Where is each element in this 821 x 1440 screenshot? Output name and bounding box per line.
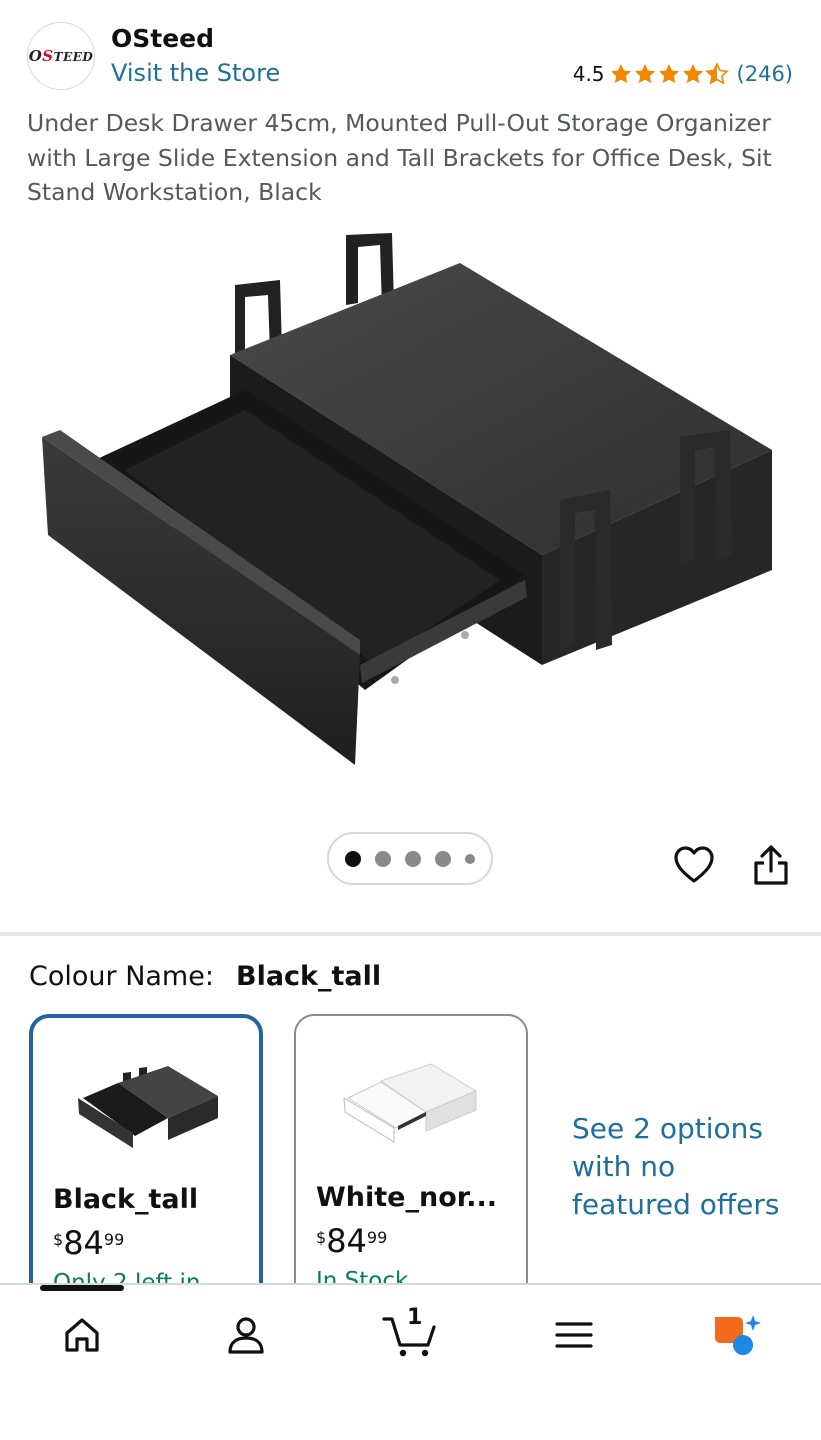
half-star-icon (704, 62, 729, 85)
colour-name-label: Colour Name: (29, 961, 214, 992)
rating-summary[interactable]: 4.5 (246) (573, 62, 793, 86)
rufus-icon (715, 1315, 761, 1355)
variant-price: $ 84 99 (53, 1224, 124, 1262)
nav-rufus[interactable] (690, 1305, 780, 1365)
nav-cart[interactable]: 1 (365, 1305, 455, 1365)
cart-count: 1 (407, 1305, 423, 1330)
rating-count: (246) (736, 62, 793, 86)
price-fraction: 99 (366, 1228, 388, 1247)
carousel-dot[interactable] (375, 850, 391, 867)
price-whole: 84 (63, 1224, 104, 1262)
brand-logo[interactable]: OSTEED (27, 22, 95, 90)
rating-value: 4.5 (572, 62, 605, 86)
bottom-nav: 1 (0, 1283, 821, 1440)
variant-tile-white[interactable]: White_nor... $ 84 99 In Stock (294, 1014, 528, 1314)
brand-name[interactable]: OSteed (111, 24, 214, 53)
variant-name: White_nor... (316, 1182, 497, 1213)
variant-name: Black_tall (53, 1184, 199, 1215)
star-icon (610, 64, 631, 84)
rating-stars (609, 62, 729, 86)
menu-icon (555, 1322, 593, 1348)
variant-thumbnail (78, 1066, 218, 1148)
variant-thumbnail (343, 1063, 478, 1143)
variant-price: $ 84 99 (316, 1222, 387, 1260)
share-icon[interactable] (749, 843, 793, 887)
home-icon (65, 1318, 99, 1352)
star-icon (634, 64, 655, 84)
variant-tile-black-tall[interactable]: Black_tall $ 84 99 Only 2 left in (29, 1014, 263, 1314)
price-fraction: 99 (103, 1230, 125, 1249)
nav-home[interactable] (37, 1305, 127, 1365)
product-image[interactable] (30, 225, 790, 785)
heart-icon[interactable] (672, 843, 716, 887)
product-title: Under Desk Drawer 45cm, Mounted Pull-Out… (27, 109, 772, 206)
carousel-dot[interactable] (435, 850, 451, 867)
account-icon (228, 1317, 264, 1354)
carousel-dot[interactable] (405, 850, 421, 867)
nav-account[interactable] (201, 1305, 291, 1365)
nav-active-indicator (40, 1285, 124, 1291)
product-header: OSTEED OSteed Visit the Store 4.5 (246) (0, 0, 821, 100)
section-divider (0, 932, 821, 936)
see-options-link[interactable]: See 2 options with no featured offers (572, 1110, 792, 1224)
visit-store-link[interactable]: Visit the Store (111, 59, 280, 87)
star-icon (658, 64, 679, 84)
image-carousel-dots[interactable] (327, 832, 493, 885)
colour-name-value: Black_tall (236, 961, 382, 992)
nav-menu[interactable] (529, 1305, 619, 1365)
brand-logo-text: OSTEED (28, 47, 94, 65)
carousel-dot[interactable] (465, 853, 475, 864)
price-symbol: $ (316, 1228, 327, 1247)
price-whole: 84 (326, 1222, 367, 1260)
star-icon (682, 64, 703, 84)
carousel-dot-active[interactable] (345, 850, 361, 867)
price-symbol: $ (53, 1230, 64, 1249)
